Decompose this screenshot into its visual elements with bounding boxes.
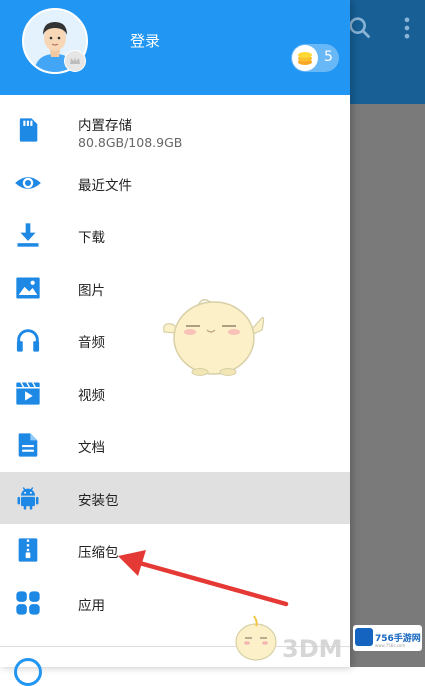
image-icon	[16, 277, 40, 298]
coin-count: 5	[324, 49, 333, 65]
logo-url: www.756s.com	[375, 643, 406, 648]
menu-item-downloads[interactable]: 下载	[0, 209, 350, 262]
menu-item-documents[interactable]: 文档	[0, 419, 350, 472]
menu-item-label: 图片	[78, 282, 105, 299]
menu-item-label: 安装包	[78, 492, 119, 509]
coin-stack-icon	[292, 45, 318, 71]
video-icon	[16, 381, 40, 405]
menu-item-recent-files[interactable]: 最近文件	[0, 157, 350, 210]
more-vert-icon[interactable]	[393, 14, 421, 42]
vip-badge-icon	[64, 50, 86, 72]
menu-item-label: 下载	[78, 230, 105, 246]
drawer-header: 登录 5	[0, 0, 350, 95]
eye-icon	[15, 176, 41, 189]
document-icon	[18, 433, 38, 457]
apps-icon	[16, 590, 40, 615]
storage-usage: 80.8GB/108.9GB	[78, 135, 183, 150]
watermark-mascot	[235, 615, 277, 661]
annotation-arrow	[118, 550, 289, 607]
menu-item-label: 最近文件	[78, 177, 132, 194]
menu-item-label: 应用	[78, 597, 105, 614]
menu-item-internal-storage[interactable]: 内置存储 80.8GB/108.9GB	[0, 104, 350, 157]
menu-item-label: 视频	[78, 387, 105, 404]
login-label[interactable]: 登录	[130, 30, 160, 51]
download-icon	[17, 223, 39, 247]
menu-item-label: 内置存储	[78, 118, 132, 134]
menu-item-label: 文档	[78, 440, 105, 456]
sd-card-icon	[19, 118, 38, 142]
settings-icon[interactable]	[14, 658, 42, 686]
logo-icon	[355, 628, 373, 646]
coin-counter[interactable]: 5	[291, 44, 339, 72]
android-icon	[17, 486, 39, 510]
mascot-sticker	[163, 299, 265, 376]
zip-file-icon	[18, 538, 38, 562]
headphones-icon	[16, 329, 40, 352]
menu-item-apk-packages[interactable]: 安装包	[0, 471, 350, 524]
search-icon[interactable]	[346, 14, 374, 42]
menu-item-label: 音频	[78, 335, 105, 351]
watermark-logo: 756手游网 www.756s.com	[353, 625, 422, 651]
watermark-text: 3DM	[282, 635, 343, 663]
